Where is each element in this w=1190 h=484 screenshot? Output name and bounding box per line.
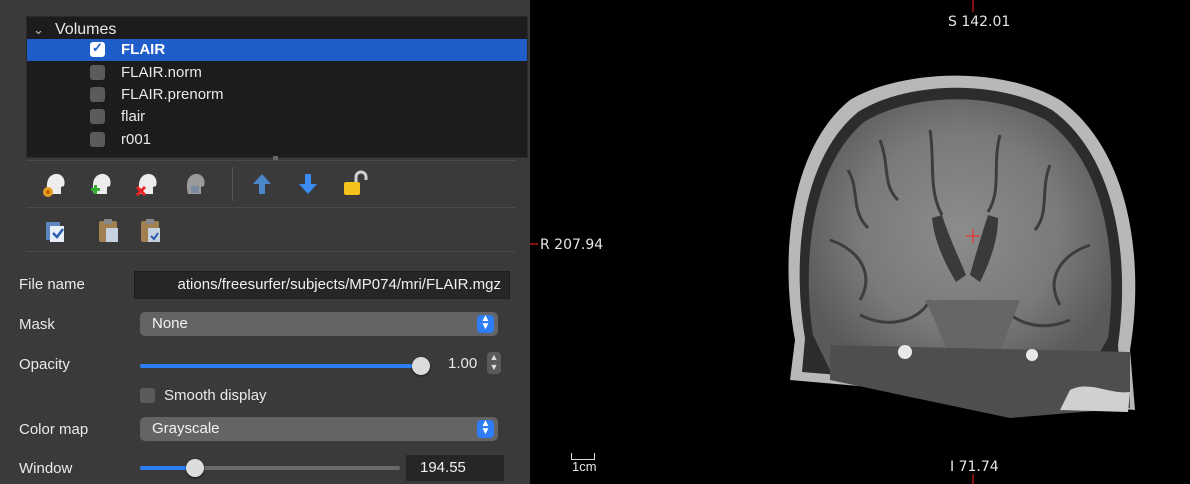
layer-tree[interactable]: ⌄ Volumes ✓ FLAIR FLAIR.norm FLAIR.prenor…: [26, 16, 528, 158]
opacity-slider-fill: [140, 364, 421, 368]
inferior-coordinate: I 71.74: [950, 459, 999, 475]
window-slider[interactable]: [140, 459, 400, 477]
layer-item-label: FLAIR: [121, 41, 166, 58]
checkmark-icon: ✓: [92, 40, 103, 55]
layer-item-flair-selected[interactable]: ✓ FLAIR: [27, 39, 527, 61]
layer-checkbox[interactable]: ✓: [90, 40, 105, 57]
volumes-header-label: Volumes: [55, 21, 117, 38]
move-up-icon[interactable]: [246, 168, 278, 200]
freeview-window: ⌄ Volumes ✓ FLAIR FLAIR.norm FLAIR.prenor…: [0, 0, 1190, 484]
opacity-slider-handle[interactable]: [412, 357, 430, 375]
mask-value: None: [152, 315, 188, 332]
paste-settings-icon[interactable]: [92, 214, 124, 246]
spinner-up-icon[interactable]: ▲: [490, 352, 499, 362]
layer-item-flair-prenorm[interactable]: FLAIR.prenorm: [27, 84, 527, 106]
updown-chevron-icon: ▲ ▼: [477, 419, 494, 438]
layer-checkbox[interactable]: [90, 109, 105, 124]
layer-toolbar-secondary: [26, 207, 516, 252]
updown-chevron-icon: ▲ ▼: [477, 314, 494, 333]
move-down-icon[interactable]: [292, 168, 324, 200]
layer-item-flair-norm[interactable]: FLAIR.norm: [27, 62, 527, 84]
layer-item-label: flair: [121, 108, 146, 125]
window-slider-handle[interactable]: [186, 459, 204, 477]
file-name-value: ations/freesurfer/subjects/MP074/mri/FLA…: [177, 276, 501, 293]
layer-item-flair-lower[interactable]: flair: [27, 106, 527, 128]
layer-panel: ⌄ Volumes ✓ FLAIR FLAIR.norm FLAIR.prenor…: [0, 0, 530, 484]
window-value-field[interactable]: 194.55: [406, 455, 504, 481]
chevron-down-icon[interactable]: ⌄: [33, 22, 47, 38]
mask-label: Mask: [19, 316, 55, 333]
new-volume-icon[interactable]: [84, 168, 116, 200]
opacity-value[interactable]: 1.00: [448, 355, 477, 372]
layer-checkbox[interactable]: [90, 132, 105, 147]
layer-item-label: FLAIR.norm: [121, 64, 202, 81]
load-volume-icon[interactable]: [38, 168, 70, 200]
window-value: 194.55: [420, 459, 466, 476]
color-map-value: Grayscale: [152, 420, 220, 437]
file-name-label: File name: [19, 276, 85, 293]
toolbar-separator: [232, 167, 233, 201]
smooth-display-label: Smooth display: [164, 387, 267, 404]
scale-bar-label: 1cm: [572, 459, 597, 474]
opacity-label: Opacity: [19, 356, 70, 373]
lock-icon[interactable]: [338, 168, 370, 200]
paste-all-icon[interactable]: [134, 214, 166, 246]
copy-settings-icon[interactable]: [40, 214, 72, 246]
color-map-dropdown[interactable]: Grayscale ▲ ▼: [140, 417, 498, 441]
spinner-down-icon[interactable]: ▼: [490, 362, 499, 372]
color-map-label: Color map: [19, 421, 89, 438]
file-name-field[interactable]: ations/freesurfer/subjects/MP074/mri/FLA…: [134, 271, 510, 299]
layer-checkbox[interactable]: [90, 87, 105, 102]
close-volume-icon[interactable]: [130, 168, 162, 200]
window-label: Window: [19, 460, 73, 477]
opacity-slider[interactable]: [140, 357, 430, 375]
save-volume-icon[interactable]: [178, 168, 210, 200]
superior-coordinate: S 142.01: [948, 14, 1011, 30]
mri-slice-image[interactable]: [530, 0, 1190, 484]
layer-item-label: r001: [121, 131, 152, 148]
render-view[interactable]: S 142.01 R 207.94 I 71.74: [530, 0, 1190, 484]
layer-checkbox[interactable]: [90, 65, 105, 80]
right-coordinate: R 207.94: [540, 237, 604, 253]
volumes-group-header[interactable]: ⌄ Volumes: [33, 21, 116, 39]
layer-item-label: FLAIR.prenorm: [121, 86, 224, 103]
layer-toolbar: [26, 160, 516, 208]
mask-dropdown[interactable]: None ▲ ▼: [140, 312, 498, 336]
smooth-display-checkbox[interactable]: [140, 388, 155, 403]
opacity-spinner[interactable]: ▲ ▼: [487, 352, 501, 374]
layer-item-r001[interactable]: r001: [27, 129, 527, 151]
